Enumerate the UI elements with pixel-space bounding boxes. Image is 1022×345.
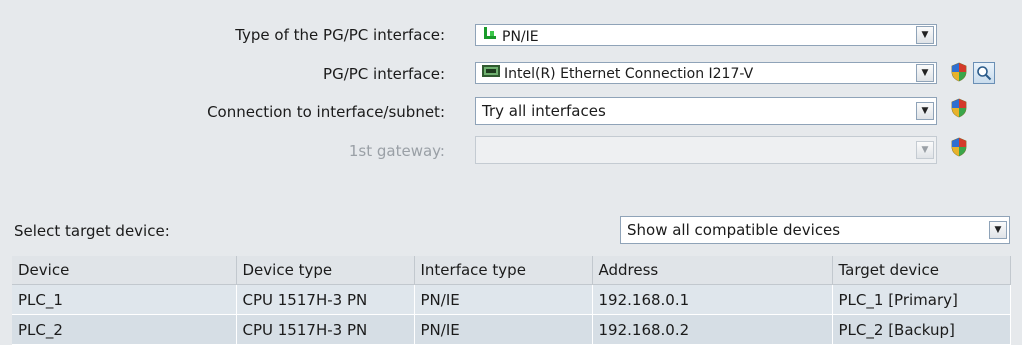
pgpc-interface-value: Intel(R) Ethernet Connection I217-V — [504, 66, 754, 82]
pgpc-type-select[interactable]: PN/IE ▼ — [475, 24, 937, 46]
cell-device-type: CPU 1517H-3 PN — [236, 314, 415, 345]
magnifier-icon — [977, 66, 992, 81]
table-row[interactable]: PLC_1 CPU 1517H-3 PN PN/IE 192.168.0.1 P… — [12, 284, 1011, 315]
chevron-down-icon[interactable]: ▼ — [916, 64, 934, 82]
column-header-address[interactable]: Address — [592, 256, 833, 285]
pgpc-type-label: Type of the PG/PC interface: — [235, 26, 445, 44]
cell-address: 192.168.0.1 — [592, 284, 833, 315]
connection-select[interactable]: Try all interfaces ▼ — [475, 97, 937, 125]
gateway-label: 1st gateway: — [348, 142, 445, 160]
connection-label: Connection to interface/subnet: — [207, 103, 445, 121]
pgpc-interface-select[interactable]: Intel(R) Ethernet Connection I217-V ▼ — [475, 62, 937, 84]
column-header-device-type[interactable]: Device type — [236, 256, 415, 285]
column-header-interface-type[interactable]: Interface type — [414, 256, 593, 285]
pgpc-type-value: PN/IE — [502, 29, 539, 45]
search-button[interactable] — [973, 62, 995, 84]
column-header-target-device[interactable]: Target device — [832, 256, 1011, 285]
device-filter-value: Show all compatible devices — [627, 221, 841, 239]
security-shield-icon — [951, 98, 967, 118]
chevron-down-icon[interactable]: ▼ — [916, 26, 934, 44]
chevron-down-icon[interactable]: ▼ — [989, 221, 1007, 239]
cell-device: PLC_2 — [12, 314, 237, 345]
chevron-down-icon[interactable]: ▼ — [916, 102, 934, 120]
select-target-label: Select target device: — [14, 222, 170, 240]
table-row[interactable]: PLC_2 CPU 1517H-3 PN PN/IE 192.168.0.2 P… — [12, 314, 1011, 345]
device-table: Device Device type Interface type Addres… — [12, 256, 1011, 345]
cell-interface-type: PN/IE — [414, 284, 593, 315]
cell-target-device: PLC_1 [Primary] — [832, 284, 1011, 315]
device-filter-select[interactable]: Show all compatible devices ▼ — [620, 216, 1010, 244]
cell-device-type: CPU 1517H-3 PN — [236, 284, 415, 315]
security-shield-icon — [951, 62, 967, 82]
connection-value: Try all interfaces — [482, 102, 606, 120]
gateway-select: ▼ — [475, 136, 937, 164]
pgpc-interface-label: PG/PC interface: — [323, 65, 445, 83]
cell-device: PLC_1 — [12, 284, 237, 315]
column-header-device[interactable]: Device — [12, 256, 237, 285]
network-plug-icon — [482, 25, 498, 41]
table-header-row: Device Device type Interface type Addres… — [12, 256, 1011, 285]
cell-target-device: PLC_2 [Backup] — [832, 314, 1011, 345]
cell-address: 192.168.0.2 — [592, 314, 833, 345]
cell-interface-type: PN/IE — [414, 314, 593, 345]
chevron-down-icon: ▼ — [916, 141, 934, 159]
network-card-icon — [482, 64, 500, 78]
security-shield-icon — [951, 137, 967, 157]
